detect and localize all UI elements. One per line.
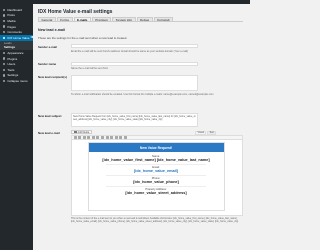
link-icon[interactable] — [114, 136, 118, 139]
quote-icon[interactable] — [96, 136, 100, 139]
sidebar-item-label: Media — [7, 18, 16, 23]
user-icon — [3, 62, 6, 66]
main-content: IDX Home Value e-mail settings General F… — [33, 4, 250, 250]
page-title: IDX Home Value e-mail settings — [38, 8, 113, 15]
pin-icon — [3, 14, 6, 17]
page-icon — [3, 25, 6, 28]
brush-icon — [3, 51, 6, 55]
dashboard-icon — [3, 8, 6, 11]
email-preview: New Value Request! Name: [idx_home_value… — [87, 142, 225, 211]
email-body-label: New lead e-mail — [38, 130, 60, 135]
email-row-value: [idx_home_value_phone] — [133, 180, 179, 185]
recipients-help: To whom e-mail notification should be em… — [71, 93, 214, 96]
sidebar-item-idx-home-value[interactable]: IDX Home Value — [0, 34, 33, 41]
collapse-icon — [3, 79, 6, 83]
bullet-list-icon[interactable] — [87, 136, 91, 139]
more-icon[interactable] — [119, 136, 123, 139]
plug-icon — [3, 57, 6, 60]
email-row-value: [idx_home_value_street_address] — [125, 190, 187, 195]
email-header: New Value Request! — [88, 143, 224, 152]
sender-email-field[interactable] — [71, 44, 198, 49]
sender-name-field[interactable] — [71, 61, 198, 66]
sidebar-item-label: Appearance — [7, 50, 24, 55]
wrench-icon — [3, 68, 6, 71]
email-row-value: [idx_home_value_first_name] [idx_home_va… — [102, 158, 210, 163]
sidebar-item-label: Pages — [7, 24, 16, 29]
email-row-phone: Phone: [idx_home_value_phone] — [89, 177, 224, 184]
media-icon — [3, 19, 6, 23]
paragraph-icon[interactable] — [73, 136, 77, 139]
add-media-icon — [74, 131, 77, 134]
sender-email-help: Email the e-mail will be sent from/to ad… — [71, 49, 188, 53]
subject-label: New lead subject — [38, 114, 62, 118]
add-media-label: Add Media — [77, 130, 90, 134]
tab-visual[interactable]: Visual — [195, 130, 207, 135]
gear-icon — [3, 74, 6, 77]
editor-mode-tabs: Visual Text — [195, 130, 217, 135]
submenu-item-settings[interactable]: Settings — [0, 45, 33, 49]
sidebar-submenu: Leads Settings — [0, 40, 33, 51]
sender-email-label: Sender e-mail — [38, 44, 57, 49]
italic-icon[interactable] — [82, 136, 86, 139]
recipients-label: New lead recipient(s) — [38, 75, 67, 79]
sender-name-label: Sender name — [38, 62, 57, 66]
tab-text[interactable]: Text — [206, 130, 217, 135]
email-row-email: Email: [idx_home_value_email] — [89, 166, 224, 173]
section-intro: These are the settings for the e-mail se… — [38, 36, 128, 40]
email-row-address: Property Address: [idx_home_value_street… — [89, 188, 224, 195]
sidebar-item-label: Posts — [7, 13, 15, 18]
comment-icon — [3, 30, 6, 34]
email-row-name: Name: [idx_home_value_first_name] [idx_h… — [89, 155, 224, 162]
email-body-editor[interactable]: New Value Request! Name: [idx_home_value… — [71, 140, 243, 216]
admin-sidebar: Dashboard Posts Media Pages Comments IDX… — [0, 4, 33, 250]
recipients-textarea[interactable] — [71, 75, 198, 91]
numbered-list-icon[interactable] — [91, 136, 95, 139]
bold-icon[interactable] — [78, 136, 82, 139]
sender-name-help: Name the e-mail will be sent from — [71, 67, 109, 70]
home-icon — [3, 36, 6, 39]
email-body-help: This is the content of the e-mail sent t… — [71, 217, 239, 223]
sidebar-item-label: Plugins — [7, 56, 18, 61]
section-heading: New lead e-mail — [38, 27, 65, 32]
sidebar-item-label: Dashboard — [7, 7, 23, 12]
sidebar-item-label: Users — [7, 62, 16, 67]
sidebar-item-label: Comments — [7, 30, 22, 35]
email-row-value: [idx_home_value_email] — [134, 169, 178, 174]
align-center-icon[interactable] — [105, 136, 109, 139]
subject-textarea[interactable]: New Home Value Request from [idx_home_va… — [71, 113, 198, 127]
sidebar-item-label: IDX Home Value — [7, 35, 30, 40]
align-left-icon[interactable] — [101, 136, 105, 139]
sidebar-item-label: Tools — [7, 67, 15, 72]
sidebar-item-label: Settings — [7, 73, 19, 78]
sidebar-item-label: Collapse menu — [7, 78, 28, 83]
add-media-button[interactable]: Add Media — [71, 130, 93, 135]
toolbar-toggle-icon[interactable] — [124, 136, 128, 139]
sidebar-item-collapse[interactable]: Collapse menu — [0, 78, 33, 84]
align-right-icon[interactable] — [110, 136, 114, 139]
